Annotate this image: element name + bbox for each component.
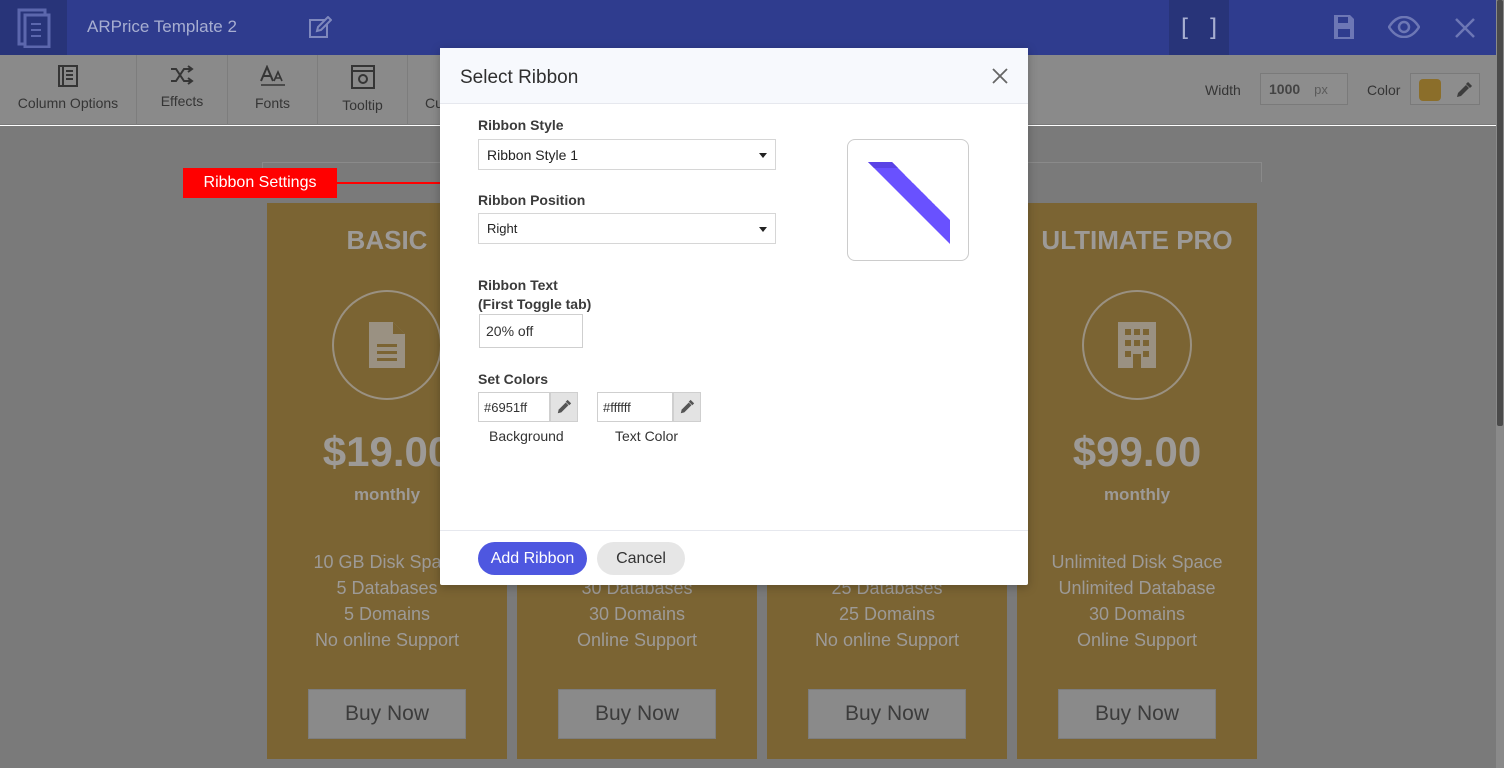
feature-item: 30 Domains <box>1088 604 1186 624</box>
ribbon-style-label: Ribbon Style <box>478 117 564 133</box>
feature-item: Online Support <box>1076 630 1198 650</box>
color-swatch[interactable] <box>1419 79 1441 101</box>
template-title: ARPrice Template 2 <box>87 17 237 36</box>
fonts-icon <box>259 65 285 86</box>
ribbon-position-select[interactable]: Right <box>478 213 776 244</box>
cancel-button[interactable]: Cancel <box>597 542 685 575</box>
toolbar-label: Effects <box>160 93 204 109</box>
ribbon-style-select[interactable]: Ribbon Style 1 <box>478 139 776 170</box>
buy-now-button[interactable]: Buy Now <box>1058 689 1216 739</box>
annotation-label: Ribbon Settings <box>183 168 337 198</box>
close-icon <box>992 68 1008 84</box>
eyedropper-icon[interactable] <box>1455 81 1473 99</box>
feature-item: 25 Domains <box>838 604 936 624</box>
background-color-picker[interactable] <box>550 392 578 422</box>
text-color-input[interactable]: #ffffff <box>597 392 673 422</box>
background-color-input[interactable]: #6951ff <box>478 392 550 422</box>
chevron-down-icon <box>759 227 767 232</box>
modal-header: Select Ribbon <box>440 48 1028 104</box>
feature-item: 5 Domains <box>343 604 431 624</box>
toolbar-label: Fonts <box>254 95 290 111</box>
fullscreen-button[interactable]: [ ] <box>1169 0 1229 55</box>
preview-eye-icon[interactable] <box>1387 15 1421 43</box>
buy-now-button[interactable]: Buy Now <box>808 689 966 739</box>
feature-item: 30 Domains <box>588 604 686 624</box>
add-ribbon-button[interactable]: Add Ribbon <box>478 542 587 575</box>
tooltip-icon <box>350 65 375 89</box>
edit-title-icon[interactable] <box>308 15 333 45</box>
background-caption: Background <box>489 428 564 444</box>
toolbar-tooltip[interactable]: Tooltip <box>318 55 408 125</box>
modal-close-button[interactable] <box>990 66 1010 86</box>
card-icon-circle <box>332 290 442 400</box>
card-features: Unlimited Disk Space Unlimited Database … <box>1017 549 1257 653</box>
feature-item: Unlimited Disk Space <box>1051 552 1223 572</box>
pricing-card-ultimate-pro[interactable]: ULTIMATE PRO $99.00 monthly Unlimited Di… <box>1017 203 1257 759</box>
modal-title: Select Ribbon <box>460 67 579 88</box>
feature-item: No online Support <box>814 630 960 650</box>
feature-item: Online Support <box>576 630 698 650</box>
color-label: Color <box>1367 82 1401 98</box>
app-logo[interactable] <box>0 0 67 55</box>
buy-now-button[interactable]: Buy Now <box>558 689 716 739</box>
ribbon-text-sublabel: (First Toggle tab) <box>478 296 592 312</box>
save-icon[interactable] <box>1333 14 1355 45</box>
toolbar-fonts[interactable]: Fonts <box>228 55 318 125</box>
ribbon-style-value: Ribbon Style 1 <box>487 146 579 163</box>
width-unit: px <box>1314 81 1328 97</box>
modal-footer: Add Ribbon Cancel <box>440 530 1028 585</box>
card-title: ULTIMATE PRO <box>1041 225 1233 255</box>
select-ribbon-modal: Select Ribbon Ribbon Style Ribbon Style … <box>440 48 1028 585</box>
card-icon-circle <box>1082 290 1192 400</box>
card-period: monthly <box>1103 485 1171 504</box>
card-features: 25 Databases 25 Domains No online Suppor… <box>767 575 1007 653</box>
ribbon-position-label: Ribbon Position <box>478 192 586 208</box>
text-color-caption: Text Color <box>615 428 679 444</box>
toolbar-effects[interactable]: Effects <box>137 55 228 125</box>
page-scrollbar-thumb[interactable] <box>1497 0 1503 426</box>
ribbon-preview: 20% off <box>847 139 969 261</box>
card-features: 30 Databases 30 Domains Online Support <box>517 575 757 653</box>
ribbon-preview-graphic: 20% off <box>868 162 950 244</box>
feature-item: No online Support <box>314 630 460 650</box>
building-icon <box>1118 322 1156 368</box>
shuffle-icon <box>171 65 194 85</box>
card-price: $99.00 <box>1072 428 1202 475</box>
width-value: 1000 <box>1269 81 1301 97</box>
text-color-picker[interactable] <box>673 392 701 422</box>
close-editor-icon[interactable] <box>1454 17 1476 44</box>
buy-now-button[interactable]: Buy Now <box>308 689 466 739</box>
ribbon-text-input[interactable]: 20% off <box>479 314 583 348</box>
toolbar-label: Tooltip <box>342 97 383 113</box>
width-input[interactable]: 1000 px <box>1260 73 1348 105</box>
toolbar-label: Column Options <box>17 95 119 111</box>
ribbon-position-value: Right <box>487 221 518 236</box>
width-label: Width <box>1205 82 1241 98</box>
set-colors-label: Set Colors <box>478 371 549 387</box>
feature-item: Unlimited Database <box>1058 578 1216 598</box>
top-bar: ARPrice Template 2 [ ] <box>0 0 1496 55</box>
document-icon <box>369 322 405 368</box>
chevron-down-icon <box>759 153 767 158</box>
column-options-icon <box>58 65 78 87</box>
logo-icon <box>17 8 50 48</box>
ribbon-text-label: Ribbon Text <box>478 277 558 293</box>
toolbar-column-options[interactable]: Column Options <box>0 55 137 125</box>
eyedropper-icon <box>680 399 695 414</box>
eyedropper-icon <box>557 399 572 414</box>
color-picker[interactable] <box>1410 73 1480 105</box>
